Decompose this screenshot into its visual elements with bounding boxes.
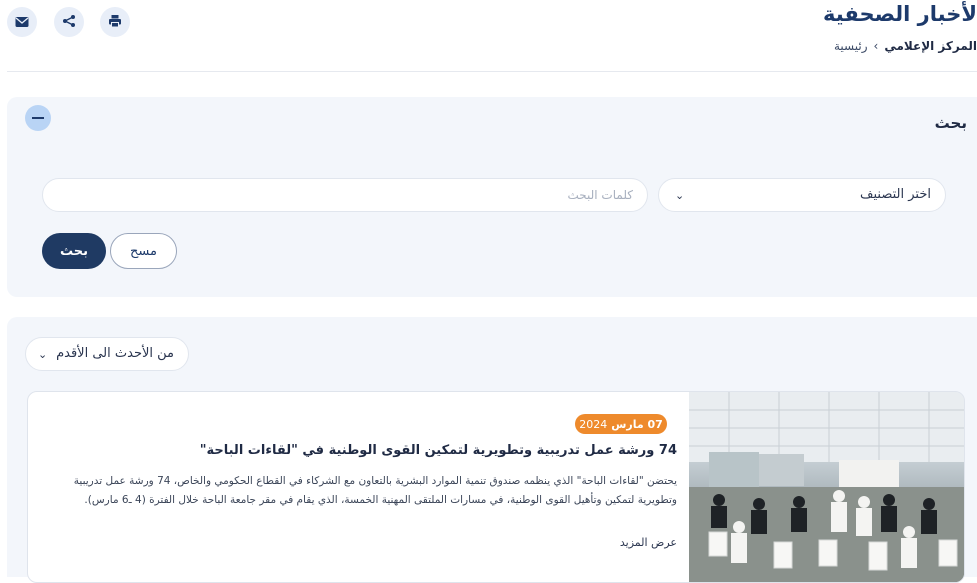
search-button[interactable]: بحث — [42, 233, 106, 269]
page-title: لأخبار الصحفية — [823, 2, 977, 26]
category-select-value: اختر التصنيف — [860, 187, 931, 202]
clear-button[interactable]: مسح — [110, 233, 177, 269]
keywords-search-input[interactable] — [42, 178, 648, 212]
news-card-title[interactable]: 74 ورشة عمل تدريبية وتطويرية لتمكين القو… — [37, 443, 677, 458]
news-card-excerpt: يحتضن "لقاءات الباحة" الذي ينظمه صندوق ت… — [73, 475, 677, 506]
news-card-image[interactable] — [689, 392, 964, 582]
breadcrumb: المركز الإعلامي › رئيسية — [834, 39, 977, 53]
breadcrumb-current[interactable]: المركز الإعلامي — [884, 39, 977, 53]
news-date-badge: 07 مارس 2024 — [575, 414, 667, 434]
breadcrumb-separator: › — [873, 39, 879, 53]
chevron-down-icon: ⌄ — [675, 189, 685, 202]
sort-select-value: من الأحدث الى الأقدم — [56, 346, 174, 361]
search-panel: بحث اختر التصنيف ⌄ مسح بحث — [7, 97, 977, 297]
share-button[interactable] — [54, 7, 84, 37]
search-panel-title: بحث — [934, 114, 967, 132]
email-button[interactable] — [7, 7, 37, 37]
news-card[interactable]: 07 مارس 2024 74 ورشة عمل تدريبية وتطويري… — [27, 391, 965, 583]
results-panel: من الأحدث الى الأقدم ⌄ 07 مارس 2024 74 و… — [7, 317, 977, 583]
collapse-search-button[interactable] — [25, 105, 51, 131]
breadcrumb-home[interactable]: رئيسية — [834, 39, 868, 53]
news-date-year: 2024 — [579, 417, 608, 431]
share-icon — [62, 13, 76, 32]
category-select[interactable]: اختر التصنيف ⌄ — [658, 178, 946, 212]
read-more-link[interactable]: عرض المزيد — [620, 536, 677, 549]
minus-icon — [32, 117, 44, 119]
print-icon — [108, 13, 122, 32]
header-divider — [7, 71, 977, 72]
sort-select[interactable]: من الأحدث الى الأقدم ⌄ — [25, 337, 189, 371]
news-date-day-month: 07 مارس — [611, 417, 663, 431]
chevron-down-icon: ⌄ — [38, 348, 48, 361]
print-button[interactable] — [100, 7, 130, 37]
email-icon — [15, 13, 29, 32]
